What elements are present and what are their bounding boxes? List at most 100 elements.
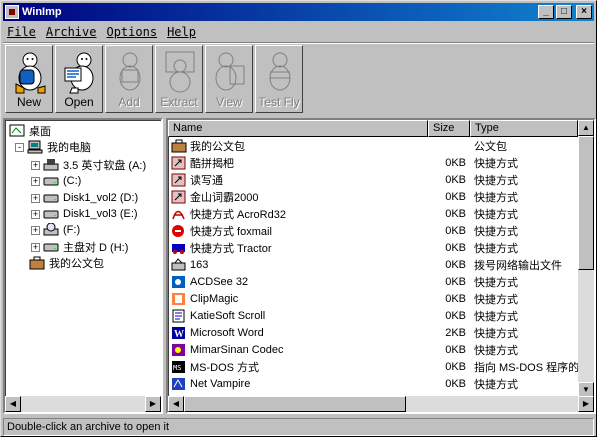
- tree-node-label: Disk1_vol2 (D:): [63, 192, 139, 204]
- title-bar[interactable]: WinImp _ □ ×: [3, 3, 594, 21]
- menu-separator: [3, 42, 594, 44]
- list-cell-name: KatieSoft Scroll: [168, 309, 428, 323]
- scroll-thumb[interactable]: [578, 136, 594, 270]
- new-button[interactable]: New: [5, 45, 53, 113]
- list-cell-name: MimarSinan Codec: [168, 343, 428, 357]
- file-name: 酷拼揭杷: [190, 157, 234, 170]
- column-header-size[interactable]: Size: [428, 120, 470, 137]
- app-icon[interactable]: [5, 5, 19, 19]
- scroll-right-arrow-icon[interactable]: ▶: [145, 396, 161, 412]
- list-row[interactable]: 我的公文包 公文包: [168, 137, 578, 154]
- list-row[interactable]: MimarSinan Codec 0KB 快捷方式: [168, 341, 578, 358]
- tree-node-label: 我的公文包: [49, 258, 104, 270]
- tree-node[interactable]: 我的公文包: [29, 255, 104, 271]
- list-cell-size: 0KB: [445, 173, 466, 186]
- tree-horizontal-scrollbar[interactable]: ◀ ▶: [5, 396, 161, 412]
- list-row[interactable]: ClipMagic 0KB 快捷方式: [168, 290, 578, 307]
- list-row[interactable]: MS MS-DOS 方式 0KB 指向 MS-DOS 程序的: [168, 358, 578, 375]
- tree-node[interactable]: +3.5 英寸软盘 (A:): [31, 157, 146, 173]
- minimize-button[interactable]: _: [538, 5, 554, 19]
- view-button[interactable]: View: [205, 45, 253, 113]
- list-cell-size: 0KB: [445, 377, 466, 390]
- list-cell-type: 快捷方式: [474, 310, 518, 323]
- new-button-label: New: [16, 95, 41, 109]
- folder-tree-pane: 桌面 - 我的电脑 +3.5 英寸软盘 (A:) + (C:) + Disk1_vol2 (D…: [3, 118, 163, 414]
- tree-node[interactable]: + (C:): [31, 173, 81, 189]
- list-row[interactable]: 读写通 0KB 快捷方式: [168, 171, 578, 188]
- status-bar: Double-click an archive to open it: [3, 418, 594, 436]
- list-cell-name: 我的公文包: [168, 138, 428, 154]
- briefcase-icon: [171, 139, 187, 153]
- list-horizontal-scrollbar[interactable]: ◀ ▶: [168, 396, 594, 412]
- tree-node[interactable]: + 主盘对 D (H:): [31, 239, 128, 255]
- list-row[interactable]: 快捷方式 foxmail 0KB 快捷方式: [168, 222, 578, 239]
- list-cell-size: 0KB: [445, 207, 466, 220]
- add-button-label: Add: [118, 95, 140, 109]
- menu-bar: File Archive Options Help: [3, 23, 594, 41]
- menu-options[interactable]: Options: [102, 25, 161, 39]
- maximize-button[interactable]: □: [556, 5, 572, 19]
- column-header-name[interactable]: Name: [168, 120, 428, 137]
- file-name: KatieSoft Scroll: [190, 309, 266, 322]
- file-name: 快捷方式 foxmail: [190, 225, 272, 238]
- tree-node[interactable]: + Disk1_vol3 (E:): [31, 206, 138, 222]
- scroll-up-arrow-icon[interactable]: ▲: [578, 120, 594, 136]
- extract-button[interactable]: Extract: [155, 45, 203, 113]
- add-button[interactable]: Add: [105, 45, 153, 113]
- menu-archive[interactable]: Archive: [42, 25, 101, 39]
- list-row[interactable]: 163 0KB 拨号网络输出文件: [168, 256, 578, 273]
- tree-node-label: (F:): [63, 224, 81, 236]
- list-cell-type: 公文包: [474, 140, 507, 153]
- acrobat-icon: [171, 207, 186, 221]
- list-row[interactable]: Net Vampire 0KB 快捷方式: [168, 375, 578, 392]
- expand-icon[interactable]: +: [31, 242, 40, 252]
- list-row[interactable]: 酷拼揭杷 0KB 快捷方式: [168, 154, 578, 171]
- tree-node[interactable]: + Disk1_vol2 (D:): [31, 190, 138, 206]
- file-name: ACDSee 32: [190, 275, 249, 288]
- file-list: 我的公文包 公文包 酷拼揭杷 0KB 快捷方式 读写通 0KB 快捷方式 金山词霸2000 0KB…: [168, 137, 578, 398]
- list-row[interactable]: ACDSee 32 0KB 快捷方式: [168, 273, 578, 290]
- open-button[interactable]: Open: [55, 45, 103, 113]
- expand-icon[interactable]: +: [31, 193, 40, 203]
- expand-icon[interactable]: +: [31, 176, 40, 186]
- list-row[interactable]: 金山词霸2000 0KB 快捷方式: [168, 188, 578, 205]
- list-cell-type: 快捷方式: [474, 174, 518, 187]
- scroll-left-arrow-icon[interactable]: ◀: [5, 396, 21, 412]
- column-header-type[interactable]: Type: [470, 120, 578, 137]
- tree-node[interactable]: + (F:): [31, 222, 80, 238]
- list-row[interactable]: W Microsoft Word 2KB 快捷方式: [168, 324, 578, 341]
- list-scroll-right-arrow-icon[interactable]: ▶: [578, 396, 594, 412]
- list-cell-type: 拨号网络输出文件: [474, 259, 562, 272]
- expand-icon[interactable]: +: [31, 160, 40, 170]
- list-cell-name: 163: [168, 257, 428, 272]
- tree-node[interactable]: 桌面: [9, 123, 51, 139]
- file-name: Microsoft Word: [190, 326, 264, 339]
- list-row[interactable]: 快捷方式 Tractor 0KB 快捷方式: [168, 239, 578, 256]
- list-scroll-left-arrow-icon[interactable]: ◀: [168, 396, 184, 412]
- window-title: WinImp: [22, 6, 62, 18]
- list-cell-size: 0KB: [445, 258, 466, 271]
- menu-file[interactable]: File: [3, 25, 40, 39]
- list-row[interactable]: 快捷方式 AcroRd32 0KB 快捷方式: [168, 205, 578, 222]
- open-archive-icon: [64, 52, 94, 94]
- view-icon: [215, 52, 245, 91]
- msdos-icon: MS: [171, 360, 186, 374]
- tree-node-label: Disk1_vol3 (E:): [63, 208, 138, 220]
- list-cell-type: 快捷方式: [474, 225, 518, 238]
- test-fly-button[interactable]: Test Fly: [255, 45, 303, 113]
- collapse-icon[interactable]: -: [15, 142, 24, 152]
- shortcut-icon: [171, 156, 186, 170]
- list-vertical-scrollbar[interactable]: ▲ ▼: [578, 120, 594, 398]
- expand-icon[interactable]: +: [31, 209, 40, 219]
- list-cell-name: 快捷方式 AcroRd32: [168, 206, 428, 222]
- list-row[interactable]: KatieSoft Scroll 0KB 快捷方式: [168, 307, 578, 324]
- tree-node[interactable]: - 我的电脑: [15, 139, 91, 155]
- list-cell-size: 0KB: [445, 241, 466, 254]
- menu-help[interactable]: Help: [163, 25, 200, 39]
- hard-drive-icon: [43, 240, 59, 254]
- file-name: ClipMagic: [190, 292, 239, 305]
- expand-icon[interactable]: +: [31, 225, 40, 235]
- svg-text:MS: MS: [173, 364, 181, 372]
- close-button[interactable]: ×: [576, 5, 592, 19]
- list-scroll-thumb[interactable]: [184, 396, 406, 412]
